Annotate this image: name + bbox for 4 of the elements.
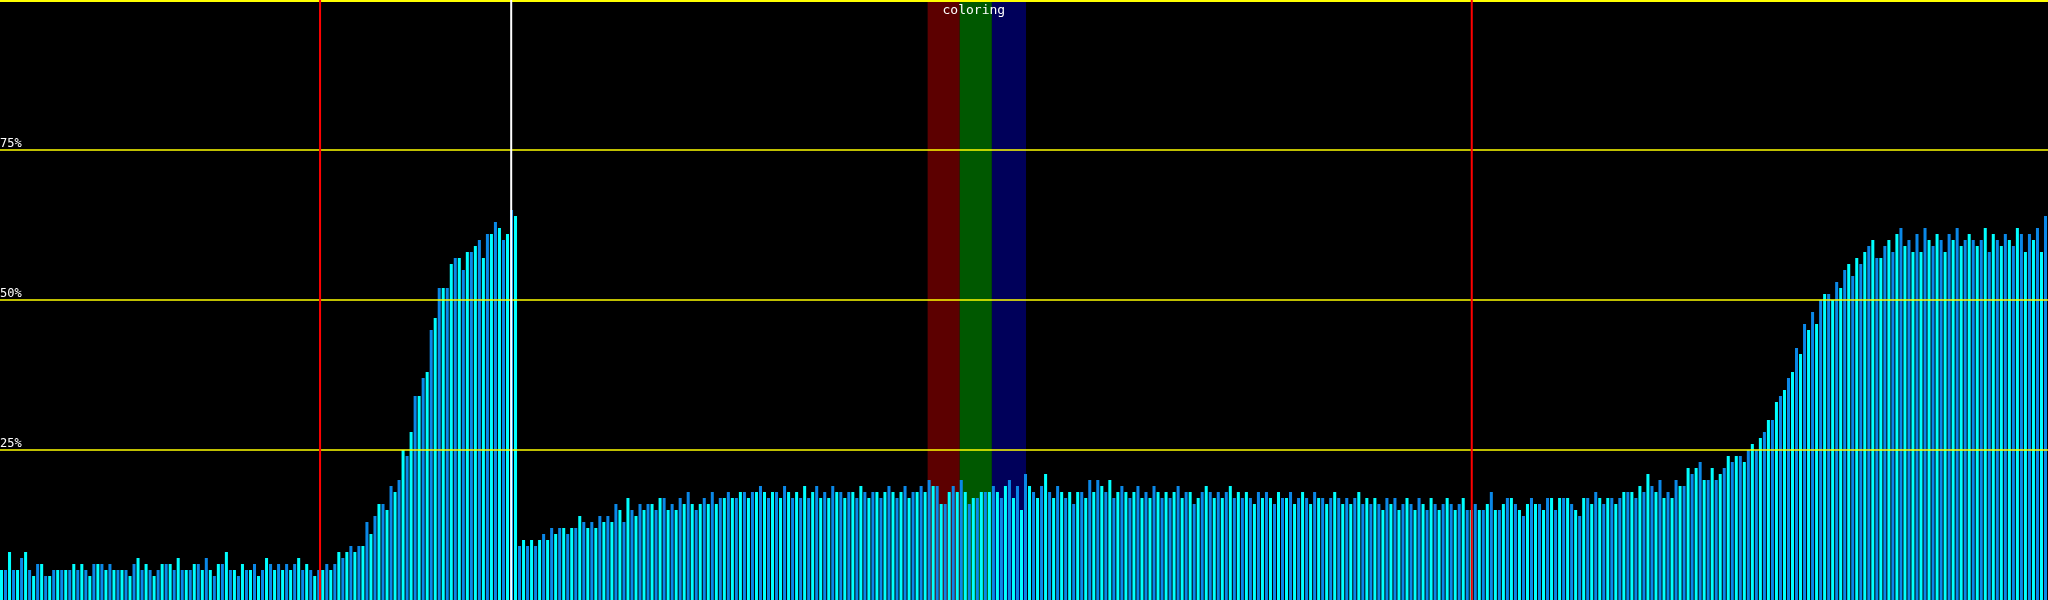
axis-label: 75%	[0, 136, 22, 150]
axis-label: 25%	[0, 436, 22, 450]
axis-label: 50%	[0, 286, 22, 300]
band-label: coloring	[942, 2, 1006, 17]
